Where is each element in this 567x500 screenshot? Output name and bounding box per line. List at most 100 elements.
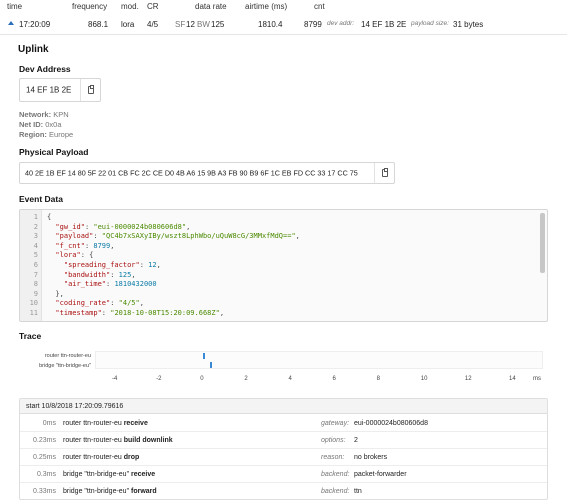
- trace-tick-label: 14: [509, 376, 516, 382]
- code-line: 5 "lora": {: [20, 251, 547, 261]
- traffic-row[interactable]: 17:20:09 868.1 lora 4/5 SF 12 BW 125 181…: [0, 13, 567, 35]
- trace-tick-label: 0: [200, 376, 204, 382]
- col-time[interactable]: time: [7, 2, 22, 11]
- uplink-title: Uplink: [18, 44, 49, 55]
- network-info: Network: KPN: [19, 110, 69, 119]
- dev-addr-label: dev addr:: [327, 20, 355, 27]
- trace-tick-label: 8: [376, 376, 380, 382]
- row-bw: 125: [211, 20, 225, 29]
- bw-label: BW: [197, 20, 210, 29]
- code-line: 9 },: [20, 290, 547, 300]
- trace-table: start 10/8/2018 17:20:09.79616 0ms router…: [19, 398, 548, 500]
- code-line: 4 "f_cnt": 8799,: [20, 242, 547, 252]
- trace-row-value: packet-forwarder: [354, 471, 407, 478]
- trace-row-event: bridge "ttn-bridge-eu" forward: [63, 488, 157, 495]
- line-number: 1: [33, 213, 38, 221]
- sf-label: SF: [175, 20, 186, 29]
- trace-row-time: 0.25ms: [33, 454, 56, 461]
- trace-row-key: options:: [321, 437, 346, 444]
- trace-row-value: eui-0000024b080606d8: [354, 420, 428, 427]
- trace-row: 0ms router ttn-router-eu receive gateway: e…: [20, 415, 547, 432]
- trace-lane-label: router ttn-router-eu: [44, 353, 91, 359]
- col-mod[interactable]: mod.: [121, 2, 139, 11]
- row-mod: lora: [121, 20, 135, 29]
- trace-start: start 10/8/2018 17:20:09.79616: [26, 403, 124, 410]
- trace-row: 0.25ms router ttn-router-eu drop reason: no…: [20, 449, 547, 466]
- trace-event-mark[interactable]: [209, 362, 212, 368]
- line-number: 3: [33, 232, 38, 241]
- trace-row-event: router ttn-router-eu drop: [63, 454, 140, 461]
- region-info: Region: Europe: [19, 130, 73, 139]
- row-time: 17:20:09: [19, 20, 51, 29]
- code-line: 1{: [20, 213, 547, 223]
- trace-row-key: backend:: [321, 488, 350, 495]
- net-id-label: Net ID:: [19, 120, 44, 129]
- col-cnt[interactable]: cnt: [314, 2, 325, 11]
- line-number: 8: [33, 280, 38, 289]
- net-id-value: 0x0a: [45, 120, 62, 129]
- event-data-editor[interactable]: 1{2 "gw_id": "eui-0000024b080606d8", 3 "p…: [19, 209, 548, 322]
- trace-tick-label: 2: [244, 376, 248, 382]
- trace-row-event: router ttn-router-eu receive: [63, 420, 148, 427]
- table-header: time frequency mod. CR data rate airtime…: [0, 0, 567, 12]
- line-number: 5: [33, 251, 38, 260]
- trace-row-key: gateway:: [321, 420, 350, 427]
- region-label: Region:: [19, 130, 47, 139]
- trace-row-key: backend:: [321, 471, 350, 478]
- col-airtime[interactable]: airtime (ms): [245, 2, 287, 11]
- code-text: {: [47, 213, 52, 221]
- copy-icon: [382, 168, 388, 177]
- code-line: 2 "gw_id": "eui-0000024b080606d8",: [20, 223, 547, 233]
- trace-row-time: 0ms: [42, 420, 56, 427]
- region-value: Europe: [49, 130, 74, 139]
- network-value: KPN: [53, 110, 69, 119]
- code-text: "air_time": 1810432000: [47, 280, 157, 289]
- line-number: 9: [33, 289, 38, 298]
- row-payload-size: 31 bytes: [453, 20, 484, 29]
- trace-event-mark[interactable]: [203, 353, 206, 359]
- editor-scrollbar[interactable]: [540, 213, 545, 273]
- code-text: "bandwidth": 125,: [47, 270, 136, 279]
- row-cnt: 8799: [304, 20, 322, 29]
- col-frequency[interactable]: frequency: [72, 2, 107, 11]
- line-number: 10: [29, 299, 38, 308]
- collapse-arrow-icon[interactable]: [8, 21, 14, 25]
- net-id-info: Net ID: 0x0a: [19, 120, 62, 129]
- trace-start-header: start 10/8/2018 17:20:09.79616: [20, 399, 547, 414]
- copy-payload-button[interactable]: [374, 163, 394, 183]
- network-label: Network:: [19, 110, 52, 119]
- trace-tick-label: 4: [288, 376, 292, 382]
- code-text: "payload": "QC4b7xSAXyIBy/wszt8LphWbo/uQ…: [47, 232, 300, 241]
- dev-address-field: 14 EF 1B 2E: [19, 78, 101, 102]
- row-frequency: 868.1: [88, 20, 109, 29]
- trace-row-event: router ttn-router-eu build downlink: [63, 437, 173, 444]
- code-line: 10 "coding_rate": "4/5",: [20, 299, 547, 309]
- code-text: "spreading_factor": 12,: [47, 261, 161, 269]
- trace-chart: router ttn-router-eu bridge "ttn-bridge-…: [19, 346, 548, 388]
- trace-row: 0.23ms router ttn-router-eu build downlin…: [20, 432, 547, 449]
- trace-tick-label: -4: [112, 376, 118, 382]
- trace-title: Trace: [19, 331, 42, 341]
- physical-payload-title: Physical Payload: [19, 147, 89, 157]
- col-data-rate[interactable]: data rate: [195, 2, 227, 11]
- event-data-title: Event Data: [19, 194, 63, 204]
- trace-lane-label: bridge "ttn-bridge-eu": [39, 363, 91, 369]
- copy-dev-address-button[interactable]: [80, 79, 100, 101]
- code-line: 11 "timestamp": "2018-10-08T15:20:09.668…: [20, 309, 547, 319]
- trace-tick-label: 6: [332, 376, 336, 382]
- row-sf: 12: [186, 20, 195, 29]
- payload-size-label: payload size:: [411, 20, 449, 27]
- col-cr[interactable]: CR: [147, 2, 159, 11]
- code-text: "f_cnt": 8799,: [47, 241, 115, 250]
- line-number: 4: [33, 241, 38, 250]
- copy-icon: [88, 85, 94, 94]
- code-line: 6 "spreading_factor": 12,: [20, 261, 547, 271]
- trace-tick-label: 10: [420, 376, 428, 382]
- row-airtime: 1810.4: [258, 20, 283, 29]
- trace-row-key: reason:: [321, 454, 345, 461]
- trace-row: 0.3ms bridge "ttn-bridge-eu" receive backe…: [20, 466, 547, 483]
- row-dev-addr: 14 EF 1B 2E: [361, 20, 407, 29]
- dev-address-value: 14 EF 1B 2E: [26, 85, 72, 95]
- line-number: 6: [33, 261, 38, 269]
- trace-plot-area: [95, 351, 543, 369]
